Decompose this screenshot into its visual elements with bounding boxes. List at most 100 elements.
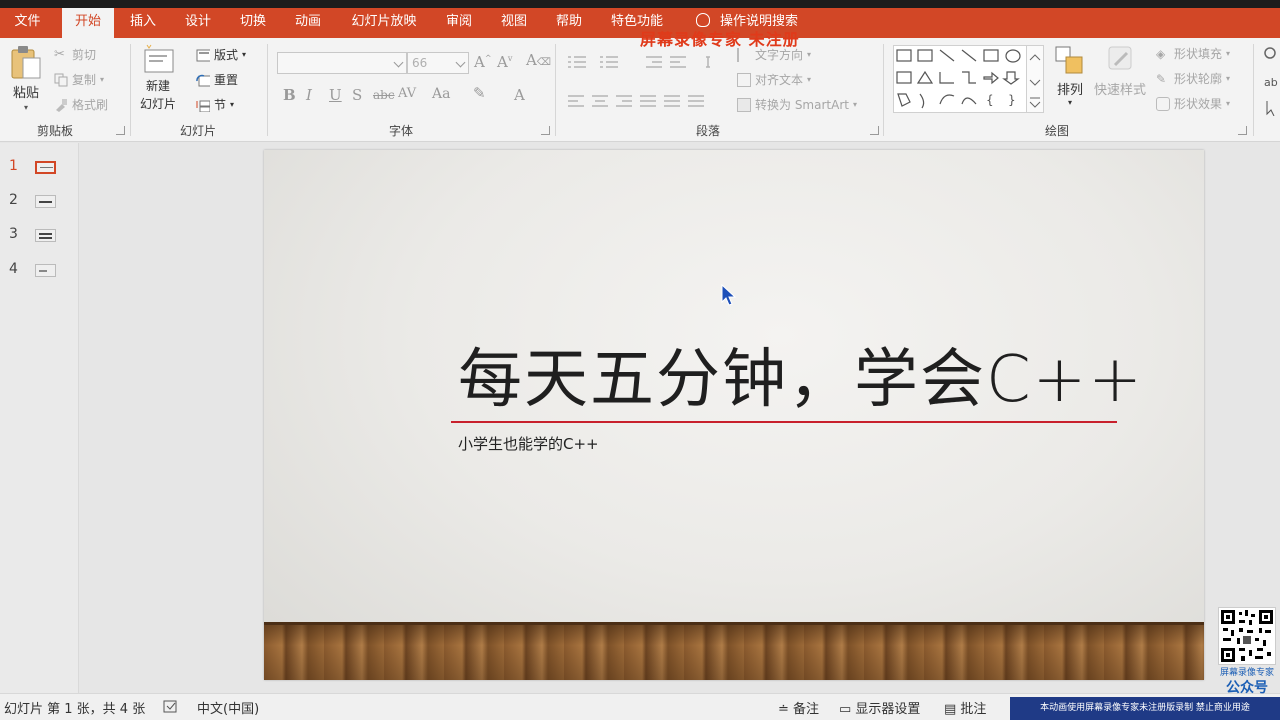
slide-thumbnail-4[interactable]: 4	[0, 260, 79, 282]
arrange-button[interactable]: 排列 ▾	[1054, 45, 1086, 107]
gallery-scroll-arrows-icon	[1029, 54, 1041, 108]
qr-caption-account: 公众号	[1226, 680, 1268, 696]
new-slide-button[interactable]: 新建 幻灯片	[140, 44, 176, 112]
layout-icon	[196, 49, 210, 61]
display-settings-button[interactable]: ▭ 显示器设置	[839, 698, 920, 717]
tab-view[interactable]: 视图	[492, 8, 536, 38]
comments-label: 批注	[960, 702, 987, 717]
new-slide-icon	[144, 44, 174, 73]
format-painter-button[interactable]: 格式刷	[54, 96, 108, 113]
pen-icon: ✎	[1156, 71, 1167, 86]
cut-label: 剪切	[72, 48, 97, 62]
shapes-gallery-scroll[interactable]	[1026, 45, 1044, 113]
character-spacing-button[interactable]: AV	[398, 86, 416, 101]
spelling-check-icon[interactable]	[163, 700, 179, 714]
drawing-group-label: 绘图	[1044, 124, 1069, 138]
lightbulb-icon	[696, 13, 710, 27]
notes-label: 备注	[793, 702, 820, 717]
slide-subtitle[interactable]: 小学生也能学的C++	[458, 433, 599, 454]
mouse-cursor-icon	[721, 284, 737, 306]
slide-title[interactable]: 每天五分钟，学会C++	[458, 328, 1144, 420]
tab-help[interactable]: 帮助	[547, 8, 591, 38]
chevron-down-icon	[393, 57, 404, 68]
comments-button[interactable]: ▤ 批注	[944, 698, 986, 717]
wood-floor-shade	[264, 622, 1204, 680]
shapes-gallery[interactable]: {}	[893, 45, 1043, 113]
thumbnail-number: 1	[9, 158, 18, 174]
powerpoint-window: 文件 开始 插入 设计 切换 动画 幻灯片放映 审阅 视图 帮助 特色功能 操作…	[0, 0, 1280, 720]
paste-button[interactable]: 粘贴 ▾	[10, 44, 42, 112]
paragraph-launcher-icon[interactable]	[870, 126, 879, 135]
font-launcher-icon[interactable]	[541, 126, 550, 135]
smartart-label: 转换为 SmartArt	[755, 98, 849, 112]
slide-canvas[interactable]: 每天五分钟，学会C++ 小学生也能学的C++	[264, 150, 1204, 680]
underline-button[interactable]: U	[329, 86, 342, 104]
bold-button[interactable]: B	[283, 86, 296, 104]
strikethrough-button[interactable]: abc	[373, 88, 395, 102]
shapes-gallery-icons: {}	[896, 49, 1021, 109]
convert-smartart-button[interactable]: 转换为 SmartArt ▾	[737, 96, 857, 113]
tab-file[interactable]: 文件	[0, 8, 55, 38]
slide-thumbnail-3[interactable]: 3	[0, 225, 79, 247]
recorder-watermark-bottom: 本动画使用屏幕录像专家未注册版录制 禁止商业用途	[1010, 697, 1280, 720]
divider	[130, 44, 131, 136]
clear-format-icon[interactable]: A⌫	[526, 51, 551, 69]
quick-styles-label: 快速样式	[1094, 83, 1147, 98]
font-name-dropdown[interactable]	[277, 52, 407, 74]
copy-icon	[54, 73, 68, 86]
tab-animations[interactable]: 动画	[286, 8, 330, 38]
thumbnail-number: 4	[9, 261, 18, 277]
section-label: 节	[214, 98, 227, 112]
tab-design[interactable]: 设计	[176, 8, 220, 38]
align-text-icon	[737, 72, 751, 87]
font-color-button[interactable]: A	[514, 86, 525, 104]
chevron-down-icon	[455, 57, 466, 68]
change-case-button[interactable]: Aa	[432, 86, 450, 102]
tab-slideshow[interactable]: 幻灯片放映	[342, 8, 426, 38]
notes-button[interactable]: ≐ 备注	[778, 698, 819, 717]
clipboard-group-label: 剪贴板	[36, 124, 73, 138]
shape-effects-button[interactable]: 形状效果 ▾	[1156, 95, 1230, 112]
decrease-font-icon[interactable]: Av	[497, 53, 512, 71]
font-size-dropdown[interactable]: 66	[407, 52, 469, 74]
tab-review[interactable]: 审阅	[437, 8, 481, 38]
monitor-icon: ▭	[839, 702, 856, 717]
tab-insert[interactable]: 插入	[121, 8, 165, 38]
effects-icon	[1156, 96, 1170, 111]
reset-button[interactable]: 重置	[196, 71, 238, 88]
tab-transitions[interactable]: 切换	[231, 8, 275, 38]
recorder-watermark-top: 屏幕录像专家 未注册	[640, 30, 800, 49]
highlight-icon[interactable]: ✎	[473, 84, 486, 102]
paragraph-group-label: 段落	[695, 124, 720, 138]
slide-thumbnail-1[interactable]: 1	[0, 157, 79, 179]
thumbnail-preview	[35, 264, 56, 277]
layout-button[interactable]: 版式 ▾	[196, 46, 246, 63]
clipboard-launcher-icon[interactable]	[116, 126, 125, 135]
cut-button[interactable]: ✂ 剪切	[54, 46, 96, 63]
shape-effects-label: 形状效果	[1174, 97, 1223, 111]
qr-code-image	[1218, 607, 1276, 665]
quick-styles-icon	[1108, 46, 1132, 70]
language-status[interactable]: 中文(中国)	[197, 698, 259, 717]
editing-icons: ab	[1264, 47, 1278, 116]
italic-button[interactable]: I	[306, 86, 312, 104]
quick-styles-button[interactable]: 快速样式	[1094, 45, 1146, 98]
notes-icon: ≐	[778, 702, 794, 717]
copy-button[interactable]: 复制 ▾	[54, 71, 104, 88]
tab-home[interactable]: 开始	[62, 8, 114, 39]
shape-outline-label: 形状轮廓	[1174, 72, 1223, 86]
shape-outline-button[interactable]: ✎ 形状轮廓 ▾	[1156, 70, 1230, 87]
drawing-launcher-icon[interactable]	[1238, 126, 1247, 135]
section-button[interactable]: 节 ▾	[196, 96, 234, 113]
thumbnail-preview	[35, 229, 56, 242]
align-text-label: 对齐文本	[755, 73, 804, 87]
shadow-button[interactable]: S	[352, 86, 362, 104]
increase-font-icon[interactable]: A^	[474, 53, 492, 71]
divider	[555, 44, 556, 136]
slide-thumbnail-2[interactable]: 2	[0, 191, 79, 213]
thumbnail-number: 2	[9, 192, 18, 208]
shape-fill-button[interactable]: ◈ 形状填充 ▾	[1156, 45, 1230, 62]
slide-thumbnail-panel: 1 2 3 4	[0, 143, 79, 693]
paste-label: 粘贴	[12, 86, 39, 101]
align-text-button[interactable]: 对齐文本 ▾	[737, 71, 811, 88]
